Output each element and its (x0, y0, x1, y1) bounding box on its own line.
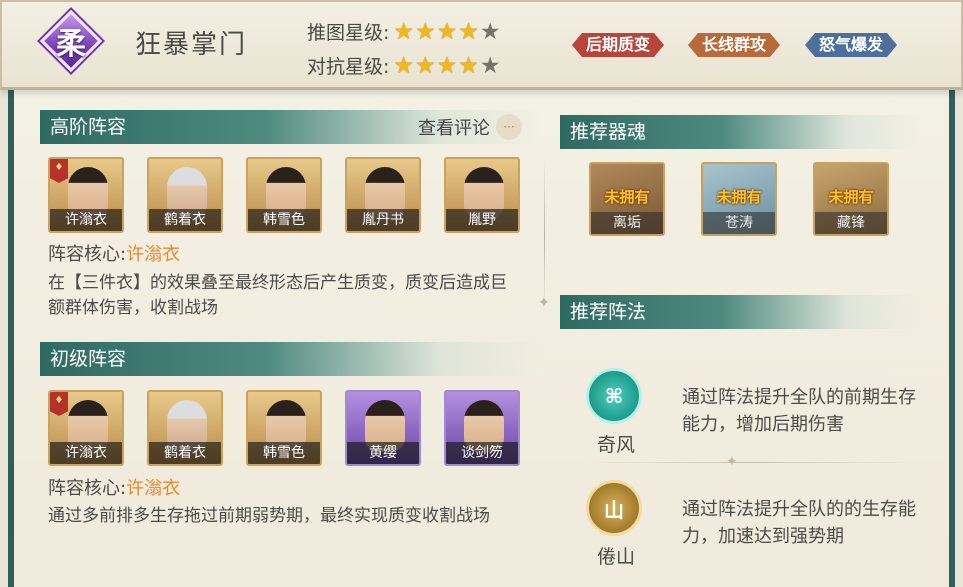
hero-card[interactable]: ♦ 许滃衣 (48, 390, 124, 466)
hero-card[interactable]: 谈剑笏 (444, 390, 520, 466)
tag-late-game: 后期质变 (572, 33, 664, 57)
basic-hero-list: ♦ 许滃衣 鹤着衣 韩雪色 黄缨 谈剑笏 (48, 390, 543, 466)
unowned-label: 未拥有 (604, 188, 650, 206)
push-stars: ★ ★ ★ ★ ★ (393, 18, 501, 45)
view-reviews-label: 查看评论 (418, 118, 490, 139)
formation-item[interactable]: ⌘ 奇风 通过阵法提升全队的前期生存能力，增加后期伤害 (586, 368, 916, 457)
view-reviews-button[interactable]: 查看评论 ··· (418, 114, 522, 140)
star-filled-icon: ★ (436, 52, 458, 79)
formation-name: 倦山 (596, 546, 635, 568)
soul-name: 离垢 (591, 212, 663, 234)
star-filled-icon: ★ (393, 52, 415, 79)
hero-name: 鹤着衣 (149, 209, 221, 231)
star-filled-icon: ★ (415, 18, 436, 45)
separator-sparkle-icon: ✦ (726, 454, 738, 470)
formation-name: 奇风 (596, 434, 635, 456)
pvp-rating-label: 对抗星级: (307, 56, 390, 78)
star-empty-icon: ★ (479, 52, 501, 79)
advanced-core: 阵容核心:许滃衣 (48, 240, 180, 266)
hero-name: 黄缨 (347, 442, 419, 464)
hero-name: 韩雪色 (248, 209, 320, 231)
header: 柔 狂暴掌门 推图星级: ★ ★ ★ ★ ★ 对抗星级: ★ ★ ★ ★ ★ 后期质变 长线群攻… (0, 0, 963, 90)
formation-item[interactable]: 山 倦山 通过阵法提升全队的的生存能力，加速达到强势期 (586, 480, 916, 569)
push-rating: 推图星级: ★ ★ ★ ★ ★ (307, 18, 502, 45)
push-rating-label: 推图星级: (307, 22, 390, 44)
formation-header: 推荐阵法 (560, 295, 920, 329)
hero-name: 胤丹书 (347, 209, 419, 231)
hero-name: 谈剑笏 (446, 442, 518, 464)
hero-card[interactable]: 胤丹书 (345, 157, 421, 233)
tag-aoe: 长线群攻 (688, 33, 780, 57)
basic-lineup-header: 初级阵容 (40, 342, 540, 376)
hero-card[interactable]: 鹤着衣 (147, 390, 223, 466)
core-hero-name: 许滃衣 (126, 244, 181, 265)
hero-card[interactable]: 韩雪色 (246, 390, 322, 466)
hero-name: 许滃衣 (50, 442, 122, 464)
star-filled-icon: ★ (436, 18, 458, 45)
hero-card[interactable]: 韩雪色 (246, 157, 322, 233)
core-badge-icon: ♦ (50, 159, 68, 183)
lineup-title: 狂暴掌门 (135, 30, 248, 60)
hero-card[interactable]: 胤野 (444, 157, 520, 233)
soul-card[interactable]: 未拥有 苍涛 (701, 162, 777, 236)
hero-name: 鹤着衣 (149, 442, 221, 464)
tag-rage: 怒气爆发 (805, 33, 897, 57)
pvp-rating: 对抗星级: ★ ★ ★ ★ ★ (307, 52, 502, 79)
formation-description: 通过阵法提升全队的前期生存能力，增加后期伤害 (682, 387, 916, 435)
soul-card[interactable]: 未拥有 藏锋 (813, 162, 889, 236)
hero-name: 许滃衣 (50, 209, 122, 231)
soul-list: 未拥有 离垢 未拥有 苍涛 未拥有 藏锋 (589, 162, 925, 236)
hero-name: 韩雪色 (248, 442, 320, 464)
advanced-hero-list: ♦ 许滃衣 鹤着衣 韩雪色 胤丹书 胤野 (48, 157, 543, 233)
style-emblem: 柔 (39, 9, 103, 73)
star-filled-icon: ★ (393, 18, 415, 45)
advanced-description: 在【三件衣】的效果叠至最终形态后产生质变，质变后造成巨额群体伤害，收割战场 (48, 273, 507, 318)
formation-wind-icon: ⌘ (586, 368, 642, 424)
column-divider (544, 160, 545, 310)
core-label: 阵容核心: (48, 478, 127, 499)
formation-mountain-icon: 山 (586, 480, 642, 536)
divider-sparkle-icon: ✦ (538, 295, 550, 311)
soul-name: 藏锋 (815, 212, 887, 234)
pvp-stars: ★ ★ ★ ★ ★ (393, 52, 501, 79)
formation-separator (586, 462, 916, 463)
formation-icon-col: 山 倦山 (586, 480, 646, 569)
basic-description: 通过多前排多生存拖过前期弱势期，最终实现质变收割战场 (48, 506, 490, 526)
star-filled-icon: ★ (458, 52, 479, 79)
hero-card[interactable]: ♦ 许滃衣 (48, 157, 124, 233)
content-panel: 高阶阵容 查看评论 ··· ♦ 许滃衣 鹤着衣 韩雪色 胤丹书 胤野 阵容核心:… (26, 100, 936, 580)
hero-card[interactable]: 鹤着衣 (147, 157, 223, 233)
formation-description: 通过阵法提升全队的的生存能力，加速达到强势期 (682, 499, 916, 547)
emblem-char: 柔 (56, 27, 86, 62)
unowned-label: 未拥有 (716, 188, 762, 206)
soul-card[interactable]: 未拥有 离垢 (589, 162, 665, 236)
star-empty-icon: ★ (479, 18, 501, 45)
star-filled-icon: ★ (458, 18, 479, 45)
soul-name: 苍涛 (703, 212, 775, 234)
hero-name: 胤野 (446, 209, 518, 231)
star-filled-icon: ★ (415, 52, 436, 79)
unowned-label: 未拥有 (828, 188, 874, 206)
basic-core: 阵容核心:许滃衣 (48, 474, 180, 500)
core-hero-name: 许滃衣 (126, 478, 181, 499)
soul-header: 推荐器魂 (560, 115, 920, 149)
formation-icon-col: ⌘ 奇风 (586, 368, 646, 457)
core-badge-icon: ♦ (50, 392, 68, 416)
hero-card[interactable]: 黄缨 (345, 390, 421, 466)
comment-bubble-icon: ··· (496, 114, 522, 140)
core-label: 阵容核心: (48, 244, 127, 265)
